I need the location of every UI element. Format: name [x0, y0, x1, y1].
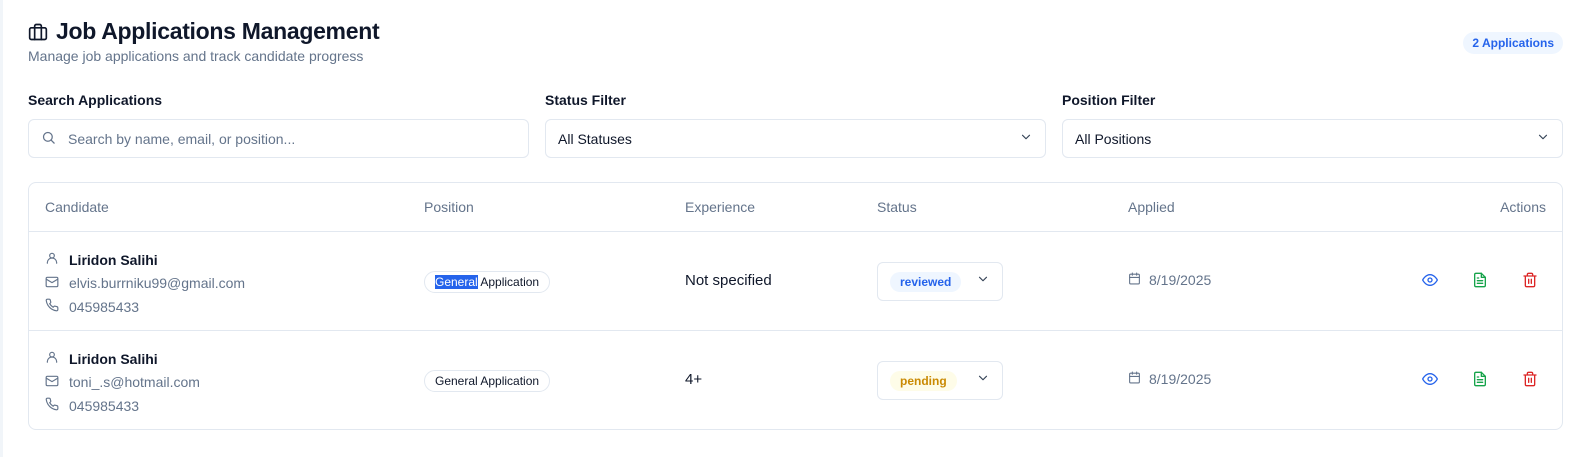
- column-header-experience: Experience: [685, 199, 756, 215]
- phone-icon: [45, 397, 69, 414]
- experience-value: 4+: [685, 371, 703, 388]
- candidate-phone: 045985433: [69, 397, 140, 414]
- eye-icon[interactable]: [1422, 272, 1438, 288]
- candidate-name: Liridon Salihi: [69, 350, 158, 367]
- applied-date-cell: 8/19/2025: [1128, 371, 1211, 387]
- column-header-applied: Applied: [1128, 199, 1175, 215]
- position-filter: Position Filter All Positions: [1062, 92, 1563, 158]
- status-select[interactable]: reviewed: [877, 262, 1003, 301]
- document-icon[interactable]: [1472, 272, 1488, 288]
- table-row: Liridon Salihi elvis.burrniku99@gmail.co…: [29, 232, 1562, 331]
- applied-date: 8/19/2025: [1149, 272, 1212, 288]
- position-filter-label: Position Filter: [1062, 92, 1156, 108]
- row-actions: [1422, 371, 1538, 387]
- status-select[interactable]: pending: [877, 361, 1003, 400]
- user-icon: [45, 251, 69, 268]
- candidate-phone: 045985433: [69, 298, 140, 315]
- applications-count-badge: 2 Applications: [1463, 32, 1563, 54]
- candidate-cell: Liridon Salihi elvis.burrniku99@gmail.co…: [45, 248, 245, 319]
- applied-date-cell: 8/19/2025: [1128, 272, 1211, 288]
- user-icon: [45, 350, 69, 367]
- candidate-name-line: Liridon Salihi: [45, 248, 245, 272]
- status-filter-label: Status Filter: [545, 92, 626, 108]
- column-header-position: Position: [424, 199, 474, 215]
- column-header-status: Status: [877, 199, 917, 215]
- mail-icon: [45, 374, 69, 391]
- candidate-phone-line: 045985433: [45, 295, 245, 319]
- status-filter-select[interactable]: All Statuses: [545, 119, 1046, 158]
- search-icon: [41, 130, 56, 148]
- position-badge: General Application: [424, 271, 551, 293]
- search-input[interactable]: Search by name, email, or position...: [28, 119, 529, 158]
- position-highlight-text: General: [435, 275, 478, 289]
- candidate-email-line: elvis.burrniku99@gmail.com: [45, 272, 245, 296]
- title-row: Job Applications Management: [28, 18, 380, 45]
- experience-value: Not specified: [685, 272, 772, 289]
- candidate-name: Liridon Salihi: [69, 251, 158, 268]
- phone-icon: [45, 298, 69, 315]
- chevron-down-icon: [1019, 130, 1033, 147]
- calendar-icon: [1128, 272, 1141, 288]
- table-row: Liridon Salihi toni_.s@hotmail.com 04598…: [29, 331, 1562, 429]
- candidate-cell: Liridon Salihi toni_.s@hotmail.com 04598…: [45, 347, 200, 418]
- candidate-name-line: Liridon Salihi: [45, 347, 200, 371]
- row-actions: [1422, 272, 1538, 288]
- search-label: Search Applications: [28, 92, 163, 108]
- table-header: Candidate Position Experience Status App…: [29, 183, 1562, 232]
- page-title: Job Applications Management: [56, 18, 380, 44]
- calendar-icon: [1128, 371, 1141, 387]
- applied-date: 8/19/2025: [1149, 371, 1212, 387]
- search-filter: Search Applications Search by name, emai…: [28, 92, 529, 158]
- page-subtitle: Manage job applications and track candid…: [28, 48, 364, 64]
- page-header: Job Applications Management Manage job a…: [28, 18, 380, 64]
- eye-icon[interactable]: [1422, 371, 1438, 387]
- trash-icon[interactable]: [1522, 371, 1538, 387]
- trash-icon[interactable]: [1522, 272, 1538, 288]
- candidate-email: elvis.burrniku99@gmail.com: [69, 275, 246, 292]
- position-badge: General Application: [424, 370, 551, 392]
- position-filter-select[interactable]: All Positions: [1062, 119, 1563, 158]
- position-filter-value: All Positions: [1075, 130, 1152, 147]
- status-filter-value: All Statuses: [558, 130, 632, 147]
- position-text: Application: [477, 275, 540, 289]
- document-icon[interactable]: [1472, 371, 1488, 387]
- mail-icon: [45, 275, 69, 292]
- chevron-down-icon: [1536, 130, 1550, 147]
- column-header-actions: Actions: [1500, 199, 1546, 215]
- left-edge: [0, 0, 3, 457]
- chevron-down-icon: [976, 371, 990, 390]
- filters-bar: Search Applications Search by name, emai…: [28, 92, 1563, 158]
- column-header-candidate: Candidate: [45, 199, 109, 215]
- status-filter: Status Filter All Statuses: [545, 92, 1046, 158]
- briefcase-icon: [28, 22, 48, 42]
- status-badge: pending: [890, 370, 957, 391]
- candidate-phone-line: 045985433: [45, 394, 200, 418]
- status-badge: reviewed: [890, 271, 962, 292]
- search-placeholder: Search by name, email, or position...: [68, 130, 296, 147]
- chevron-down-icon: [976, 272, 990, 291]
- candidate-email: toni_.s@hotmail.com: [69, 374, 200, 391]
- applications-table: Candidate Position Experience Status App…: [28, 182, 1563, 430]
- candidate-email-line: toni_.s@hotmail.com: [45, 371, 200, 395]
